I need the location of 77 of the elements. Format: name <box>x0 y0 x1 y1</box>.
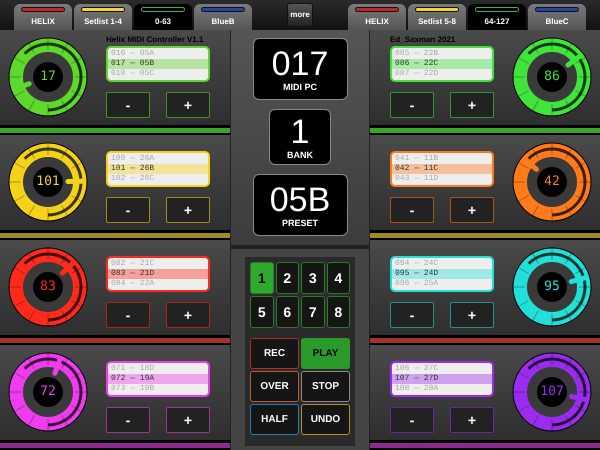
transport-button[interactable]: UNDO <box>301 404 350 435</box>
display-value: 05B <box>270 182 330 218</box>
decrement-button[interactable]: - <box>106 407 150 433</box>
knob-drawing[interactable] <box>8 352 88 432</box>
increment-button[interactable]: + <box>450 407 494 433</box>
transport-button[interactable]: STOP <box>301 371 350 402</box>
knob-value: 42 <box>543 173 561 191</box>
knob-value: 72 <box>39 383 57 401</box>
transport-button[interactable]: PLAY <box>301 338 350 369</box>
preset-list[interactable]: 082 — 21C 083 — 21D 084 — 22A <box>106 256 210 292</box>
preset-list-item[interactable]: 083 — 21D <box>108 269 208 279</box>
knob-value: 101 <box>35 173 61 191</box>
bank-pad[interactable]: 6 <box>276 296 299 328</box>
preset-list-item[interactable]: 107 — 27D <box>392 374 492 384</box>
increment-button[interactable]: + <box>166 302 210 328</box>
increment-button[interactable]: + <box>450 92 494 118</box>
preset-list[interactable]: 041 — 11B 042 — 11C 043 — 11D <box>390 151 494 187</box>
knob-value: 86 <box>543 68 561 86</box>
panel-title: Ed_Saxman 2021 <box>390 36 456 44</box>
tab[interactable]: 0-63 <box>134 4 192 30</box>
transport-button[interactable]: OVER <box>250 371 299 402</box>
knob-value: 107 <box>539 383 565 401</box>
knob-drawing[interactable] <box>8 142 88 222</box>
transport-button[interactable]: HALF <box>250 404 299 435</box>
tab[interactable]: 64-127 <box>468 4 526 30</box>
knob-value: 83 <box>39 278 57 296</box>
bank-pad[interactable]: 7 <box>301 296 324 328</box>
preset-list-item[interactable]: 017 — 05B <box>108 59 208 69</box>
preset-list[interactable]: 085 — 22B 086 — 22C 087 — 22D <box>390 46 494 82</box>
decrement-button[interactable]: - <box>390 197 434 223</box>
knob-value: 95 <box>543 278 561 296</box>
tab[interactable]: HELIX <box>14 4 72 30</box>
decrement-button[interactable]: - <box>106 197 150 223</box>
decrement-button[interactable]: - <box>390 302 434 328</box>
increment-button[interactable]: + <box>450 302 494 328</box>
knob-drawing[interactable] <box>512 37 592 117</box>
display-label: PRESET <box>282 218 318 228</box>
display-value: 1 <box>290 114 310 150</box>
tab[interactable]: Setlist 1-4 <box>74 4 132 30</box>
tab[interactable]: Setlist 5-8 <box>408 4 466 30</box>
panel-title: Helix MIDI Controller V1.1 <box>106 36 204 44</box>
display-label: MIDI PC <box>282 82 317 92</box>
knob-drawing[interactable] <box>512 247 592 327</box>
decrement-button[interactable]: - <box>106 302 150 328</box>
preset-list[interactable]: 106 — 27C 107 — 27D 108 — 28A <box>390 361 494 397</box>
bank-pad[interactable]: 8 <box>326 296 350 328</box>
increment-button[interactable]: + <box>166 92 210 118</box>
decrement-button[interactable]: - <box>390 92 434 118</box>
display-label: BANK <box>287 150 313 160</box>
decrement-button[interactable]: - <box>390 407 434 433</box>
bank-pad[interactable]: 2 <box>276 262 299 294</box>
preset-list[interactable]: 071 — 18D 072 — 19A 073 — 19B <box>106 361 210 397</box>
knob-drawing[interactable] <box>512 142 592 222</box>
knob-value: 17 <box>39 68 57 86</box>
preset-list-item[interactable]: 072 — 19A <box>108 374 208 384</box>
bank-pad[interactable]: 3 <box>301 262 324 294</box>
tab[interactable]: BlueB <box>194 4 252 30</box>
transport-button[interactable]: REC <box>250 338 299 369</box>
more-button[interactable]: more <box>287 3 313 27</box>
bank-pad[interactable]: 4 <box>326 262 350 294</box>
bank-pad[interactable]: 5 <box>250 296 274 328</box>
decrement-button[interactable]: - <box>106 92 150 118</box>
increment-button[interactable]: + <box>166 197 210 223</box>
preset-list[interactable]: 100 — 26A 101 — 26B 102 — 26C <box>106 151 210 187</box>
bank-pad[interactable]: 1 <box>250 262 274 294</box>
increment-button[interactable]: + <box>166 407 210 433</box>
preset-list-item[interactable]: 101 — 26B <box>108 164 208 174</box>
preset-list-item[interactable]: 086 — 22C <box>392 59 492 69</box>
preset-list[interactable]: 094 — 24C 095 — 24D 096 — 25A <box>390 256 494 292</box>
tab[interactable]: HELIX <box>348 4 406 30</box>
tab[interactable]: BlueC <box>528 4 586 30</box>
increment-button[interactable]: + <box>450 197 494 223</box>
preset-list-item[interactable]: 095 — 24D <box>392 269 492 279</box>
knob-drawing[interactable] <box>8 37 88 117</box>
display-value: 017 <box>272 46 328 82</box>
preset-list[interactable]: 016 — 05A 017 — 05B 018 — 05C <box>106 46 210 82</box>
preset-list-item[interactable]: 042 — 11C <box>392 164 492 174</box>
